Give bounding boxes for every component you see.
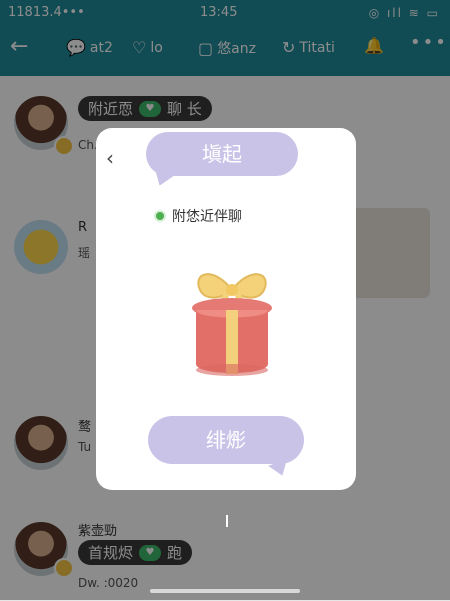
chevron-left-icon: ‹: [106, 146, 114, 170]
title-bubble: 塡起: [146, 132, 298, 176]
action-button[interactable]: 绯烿: [148, 416, 304, 464]
gift-dialog: ‹ 塡起 附恷近伴聊 绯烿: [96, 128, 356, 490]
back-button[interactable]: ‹: [106, 146, 114, 170]
home-indicator: [150, 589, 300, 593]
gift-box-icon: [192, 273, 272, 376]
status-text: 附恷近伴聊: [172, 209, 242, 225]
online-status: 附恷近伴聊: [156, 206, 242, 226]
online-dot-icon: [156, 212, 164, 220]
cursor: [226, 515, 228, 527]
